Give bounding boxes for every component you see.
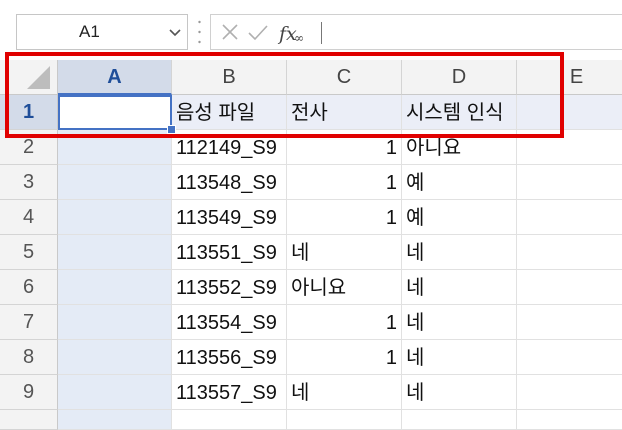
formula-input-area[interactable]: fx ∞ bbox=[210, 14, 622, 50]
cell-a7[interactable] bbox=[58, 305, 172, 340]
cell-c9[interactable]: 네 bbox=[287, 375, 402, 410]
formula-bar-icons: fx ∞ bbox=[222, 23, 304, 45]
cell-value: 1 bbox=[385, 312, 397, 334]
highlight-box bbox=[5, 52, 564, 138]
cell-value: 아니요 bbox=[291, 277, 347, 299]
cell-a3[interactable] bbox=[58, 165, 172, 200]
cell-value: 네 bbox=[406, 382, 425, 404]
row-header-4[interactable]: 4 bbox=[0, 200, 58, 235]
cell-value: 113549_S9 bbox=[176, 207, 277, 229]
cell-value: 113552_S9 bbox=[176, 277, 277, 299]
cell-partial[interactable] bbox=[172, 410, 287, 430]
cell-c4[interactable]: 1 bbox=[287, 200, 402, 235]
cell-value: 네 bbox=[406, 347, 425, 369]
cell-value: 네 bbox=[406, 312, 425, 334]
cell-value: 113557_S9 bbox=[176, 382, 277, 404]
row-header-8[interactable]: 8 bbox=[0, 340, 58, 375]
name-box[interactable]: A1 bbox=[16, 14, 188, 50]
cell-partial[interactable] bbox=[287, 410, 402, 430]
insert-function-icon: fx ∞ bbox=[277, 23, 304, 45]
row-header-9[interactable]: 9 bbox=[0, 375, 58, 410]
cell-e8[interactable] bbox=[517, 340, 622, 375]
svg-text:∞: ∞ bbox=[294, 31, 304, 45]
cell-partial[interactable] bbox=[58, 410, 172, 430]
cell-value: 네 bbox=[406, 242, 425, 264]
drag-handle-icon[interactable] bbox=[198, 18, 201, 46]
cell-value: 아니요 bbox=[406, 137, 462, 159]
cell-c7[interactable]: 1 bbox=[287, 305, 402, 340]
cell-d7[interactable]: 네 bbox=[402, 305, 517, 340]
cell-a9[interactable] bbox=[58, 375, 172, 410]
cell-a5[interactable] bbox=[58, 235, 172, 270]
row-header-partial[interactable] bbox=[0, 410, 58, 430]
cell-b5[interactable]: 113551_S9 bbox=[172, 235, 287, 270]
cell-e9[interactable] bbox=[517, 375, 622, 410]
cell-e4[interactable] bbox=[517, 200, 622, 235]
cell-value: 네 bbox=[291, 242, 310, 264]
enter-check-icon bbox=[248, 25, 268, 41]
cell-d6[interactable]: 네 bbox=[402, 270, 517, 305]
cell-e7[interactable] bbox=[517, 305, 622, 340]
cell-e5[interactable] bbox=[517, 235, 622, 270]
cell-d4[interactable]: 예 bbox=[402, 200, 517, 235]
row-header-7[interactable]: 7 bbox=[0, 305, 58, 340]
cell-e6[interactable] bbox=[517, 270, 622, 305]
chevron-down-icon[interactable] bbox=[167, 24, 183, 40]
cell-b4[interactable]: 113549_S9 bbox=[172, 200, 287, 235]
cell-c3[interactable]: 1 bbox=[287, 165, 402, 200]
cell-d5[interactable]: 네 bbox=[402, 235, 517, 270]
cancel-icon bbox=[222, 24, 238, 40]
cell-b9[interactable]: 113557_S9 bbox=[172, 375, 287, 410]
cell-d9[interactable]: 네 bbox=[402, 375, 517, 410]
cell-value: 112149_S9 bbox=[176, 137, 277, 159]
name-box-value: A1 bbox=[79, 22, 100, 41]
cell-c6[interactable]: 아니요 bbox=[287, 270, 402, 305]
row-header-6[interactable]: 6 bbox=[0, 270, 58, 305]
cell-value: 1 bbox=[385, 207, 397, 229]
cell-value: 네 bbox=[291, 382, 310, 404]
cell-value: 1 bbox=[385, 172, 397, 194]
row-header-5[interactable]: 5 bbox=[0, 235, 58, 270]
cell-value: 113554_S9 bbox=[176, 312, 277, 334]
cell-a6[interactable] bbox=[58, 270, 172, 305]
cell-value: 113551_S9 bbox=[176, 242, 277, 264]
cell-b3[interactable]: 113548_S9 bbox=[172, 165, 287, 200]
cell-value: 예 bbox=[406, 172, 425, 194]
cell-c8[interactable]: 1 bbox=[287, 340, 402, 375]
cell-value: 113556_S9 bbox=[176, 347, 277, 369]
formula-input-cursor bbox=[321, 22, 322, 44]
cell-c5[interactable]: 네 bbox=[287, 235, 402, 270]
cell-partial[interactable] bbox=[402, 410, 517, 430]
cell-value: 1 bbox=[385, 137, 397, 159]
cell-b7[interactable]: 113554_S9 bbox=[172, 305, 287, 340]
cell-a4[interactable] bbox=[58, 200, 172, 235]
row-header-3[interactable]: 3 bbox=[0, 165, 58, 200]
cell-e3[interactable] bbox=[517, 165, 622, 200]
cell-b8[interactable]: 113556_S9 bbox=[172, 340, 287, 375]
cell-b6[interactable]: 113552_S9 bbox=[172, 270, 287, 305]
cell-d8[interactable]: 네 bbox=[402, 340, 517, 375]
cell-a8[interactable] bbox=[58, 340, 172, 375]
cell-value: 1 bbox=[385, 347, 397, 369]
cell-value: 113548_S9 bbox=[176, 172, 277, 194]
formula-bar-area: A1 fx ∞ bbox=[0, 0, 622, 56]
cell-partial[interactable] bbox=[517, 410, 622, 430]
cell-d3[interactable]: 예 bbox=[402, 165, 517, 200]
cell-value: 네 bbox=[406, 277, 425, 299]
cell-value: 예 bbox=[406, 207, 425, 229]
